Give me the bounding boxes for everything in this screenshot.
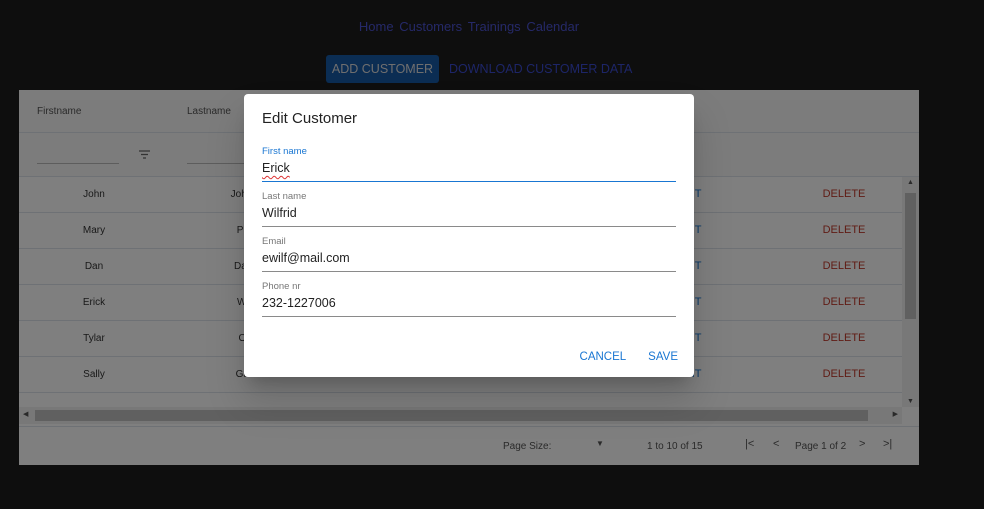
last-name-input[interactable]: Wilfrid bbox=[262, 206, 676, 227]
dialog-actions: CANCEL SAVE bbox=[580, 351, 678, 363]
last-name-label: Last name bbox=[262, 191, 307, 202]
phone-input[interactable]: 232-1227006 bbox=[262, 296, 676, 317]
last-name-field: Last name Wilfrid bbox=[262, 191, 676, 227]
email-field: Email ewilf@mail.com bbox=[262, 236, 676, 272]
phone-label: Phone nr bbox=[262, 281, 301, 292]
dialog-title: Edit Customer bbox=[262, 110, 358, 127]
email-input[interactable]: ewilf@mail.com bbox=[262, 251, 676, 272]
first-name-field: First name Erick bbox=[262, 146, 676, 182]
first-name-input[interactable]: Erick bbox=[262, 161, 676, 182]
edit-customer-dialog: Edit Customer First name Erick Last name… bbox=[244, 94, 694, 377]
first-name-label: First name bbox=[262, 146, 307, 157]
email-label: Email bbox=[262, 236, 286, 247]
save-button[interactable]: SAVE bbox=[648, 351, 678, 363]
phone-field: Phone nr 232-1227006 bbox=[262, 281, 676, 317]
cancel-button[interactable]: CANCEL bbox=[580, 351, 627, 363]
